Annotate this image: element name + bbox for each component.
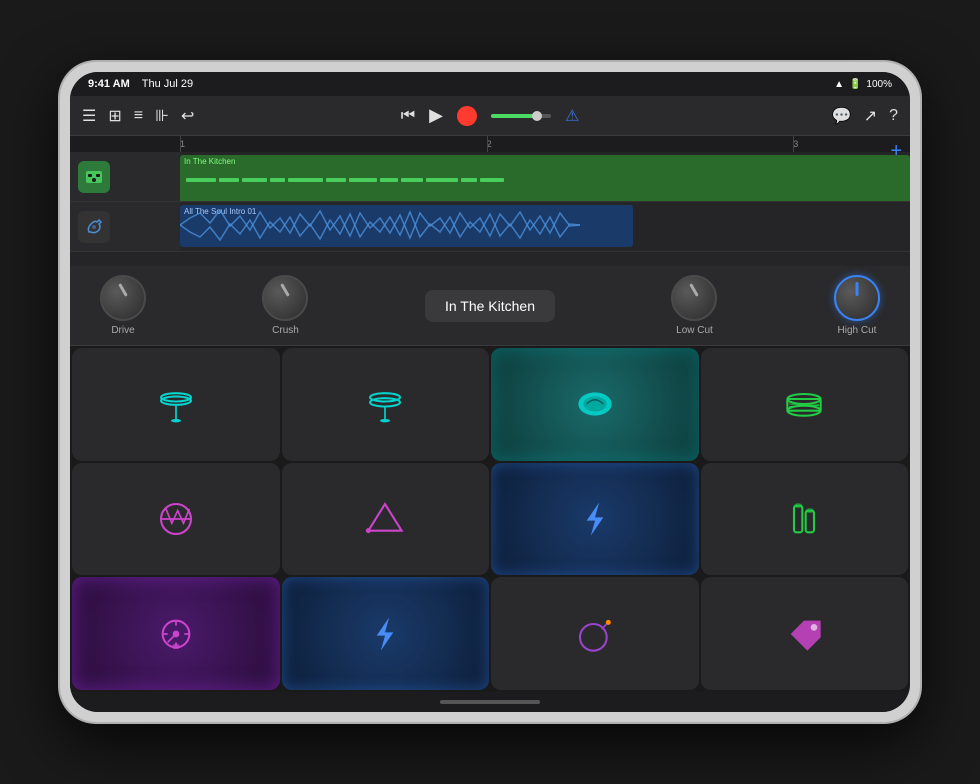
track-row-audio: All The Soul Intro 01 <box>70 202 910 252</box>
layers-icon[interactable]: ⊞ <box>108 106 121 126</box>
rewind-btn[interactable]: ⏮ <box>401 107 415 125</box>
share-icon[interactable]: ↗ <box>864 106 877 126</box>
help-icon[interactable]: ? <box>889 107 898 125</box>
track-header-midi <box>70 152 180 201</box>
battery-percent: 100% <box>866 79 892 90</box>
pad-8[interactable] <box>701 463 909 576</box>
track-header-audio <box>70 202 180 251</box>
drive-label: Drive <box>111 325 134 336</box>
track-icon-audio <box>78 211 110 243</box>
eq-icon[interactable]: ⊪ <box>155 106 169 126</box>
pad-11[interactable] <box>491 577 699 690</box>
tracks-container: In The Kitchen <box>70 152 910 266</box>
pad-5[interactable] <box>72 463 280 576</box>
pads-grid <box>70 346 910 692</box>
cowbell-icon <box>570 379 620 429</box>
battery-icon: 🔋 <box>849 79 861 90</box>
snare-icon <box>779 379 829 429</box>
pad-1[interactable] <box>72 348 280 461</box>
tag-icon <box>779 609 829 659</box>
pad-2[interactable] <box>282 348 490 461</box>
track-row-midi: In The Kitchen <box>70 152 910 202</box>
scratcher-icon <box>151 494 201 544</box>
wifi-icon: ▲ <box>834 79 844 90</box>
tracks-icon[interactable]: ☰ <box>82 106 96 126</box>
midi-note <box>219 178 239 182</box>
home-indicator <box>70 692 910 712</box>
volume-slider[interactable] <box>491 114 551 118</box>
crush-label: Crush <box>272 325 299 336</box>
preset-name-box[interactable]: In The Kitchen <box>425 290 555 322</box>
status-date: Thu Jul 29 <box>142 78 193 90</box>
guitar-icon <box>83 216 105 238</box>
track-content-midi[interactable]: In The Kitchen <box>180 152 910 201</box>
midi-note <box>380 178 398 182</box>
pad-7[interactable] <box>491 463 699 576</box>
high-cut-knob[interactable] <box>834 275 880 321</box>
low-cut-knob[interactable] <box>671 275 717 321</box>
midi-note <box>270 178 285 182</box>
midi-note <box>288 178 323 182</box>
low-cut-knob-group: Low Cut <box>671 275 717 336</box>
status-bar: 9:41 AM Thu Jul 29 ▲ 🔋 100% <box>70 72 910 96</box>
drive-knob[interactable] <box>100 275 146 321</box>
pad-6[interactable] <box>282 463 490 576</box>
track-content-audio[interactable]: All The Soul Intro 01 <box>180 202 910 251</box>
midi-note <box>461 178 477 182</box>
device-frame: 9:41 AM Thu Jul 29 ▲ 🔋 100% ☰ ⊞ ≡ ⊪ ↩ ⏮ … <box>60 62 920 722</box>
midi-note <box>349 178 377 182</box>
pad-10[interactable] <box>282 577 490 690</box>
blue-track: All The Soul Intro 01 <box>180 205 633 247</box>
timeline-area: 1 2 3 + <box>70 136 910 266</box>
alert-icon[interactable]: ⚠ <box>565 106 579 126</box>
mixer-icon[interactable]: ≡ <box>134 107 143 125</box>
hihat-icon <box>151 379 201 429</box>
hihat2-icon <box>360 379 410 429</box>
pad-12[interactable] <box>701 577 909 690</box>
green-track: In The Kitchen <box>180 155 910 201</box>
midi-note <box>401 178 423 182</box>
pad-4[interactable] <box>701 348 909 461</box>
toolbar: ☰ ⊞ ≡ ⊪ ↩ ⏮ ▶ ⚠ 💬 ↗ ? <box>70 96 910 136</box>
crush-knob-group: Crush <box>262 275 308 336</box>
drive-knob-group: Drive <box>100 275 146 336</box>
pad-3[interactable] <box>491 348 699 461</box>
midi-note <box>186 178 216 182</box>
lightning2-icon <box>360 609 410 659</box>
conga-icon <box>779 494 829 544</box>
undo-btn[interactable]: ↩ <box>181 106 194 126</box>
midi-note <box>426 178 458 182</box>
home-bar <box>440 700 540 704</box>
play-btn[interactable]: ▶ <box>429 105 443 126</box>
lightning-icon <box>570 494 620 544</box>
track-icon-midi <box>78 161 110 193</box>
high-cut-label: High Cut <box>838 325 877 336</box>
pad-9[interactable] <box>72 577 280 690</box>
record-btn[interactable] <box>457 106 477 126</box>
midi-note <box>326 178 346 182</box>
controls-section: Drive Crush In The Kitchen Low Cut High … <box>70 266 910 346</box>
status-time: 9:41 AM <box>88 78 130 90</box>
midi-note <box>480 178 504 182</box>
bomb-icon <box>570 609 620 659</box>
message-icon[interactable]: 💬 <box>832 106 852 126</box>
waveform <box>180 208 580 243</box>
midi-note <box>242 178 267 182</box>
spinner-icon <box>151 609 201 659</box>
device-screen: 9:41 AM Thu Jul 29 ▲ 🔋 100% ☰ ⊞ ≡ ⊪ ↩ ⏮ … <box>70 72 910 712</box>
crush-knob[interactable] <box>262 275 308 321</box>
low-cut-label: Low Cut <box>676 325 713 336</box>
drum-machine-icon <box>84 167 104 187</box>
midi-notes <box>180 165 910 195</box>
triangle-icon <box>360 494 410 544</box>
timeline-ruler: 1 2 3 + <box>70 136 910 152</box>
high-cut-knob-group: High Cut <box>834 275 880 336</box>
